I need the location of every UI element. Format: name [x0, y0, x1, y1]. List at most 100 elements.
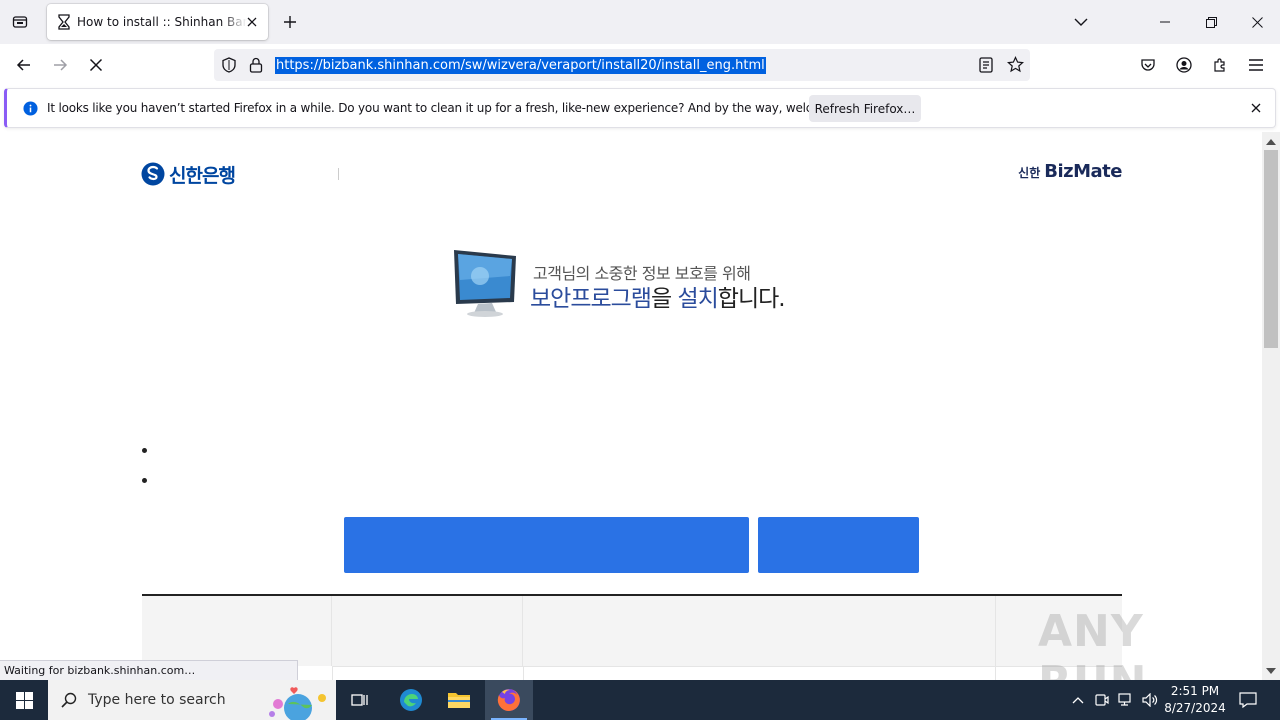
app-menu-button[interactable]: [1242, 51, 1270, 79]
notification-bar: It looks like you haven’t started Firefo…: [4, 88, 1276, 128]
bizmate-logo-text: BizMate: [1044, 161, 1122, 182]
restore-button[interactable]: [1188, 0, 1234, 44]
install-all-button[interactable]: [344, 517, 749, 573]
page-scrollbar[interactable]: [1262, 132, 1280, 680]
shinhan-bank-logo[interactable]: 신한은행: [141, 162, 236, 187]
table-divider: [995, 667, 996, 680]
search-placeholder: Type here to search: [88, 692, 226, 708]
plus-icon: [284, 16, 296, 28]
navigation-toolbar: https://bizbank.shinhan.com/sw/wizvera/v…: [0, 44, 1280, 86]
start-button[interactable]: [0, 680, 48, 720]
hero-title-connector: 을: [650, 286, 678, 312]
arrow-left-icon: [16, 59, 30, 71]
close-icon: [1251, 103, 1261, 113]
table-divider: [332, 667, 333, 680]
file-explorer-taskbar-button[interactable]: [435, 680, 483, 720]
tab-strip: How to install :: Shinhan Bank internet …: [0, 0, 1280, 44]
anyrun-watermark: ANY RUN: [1038, 606, 1146, 680]
bizmate-logo[interactable]: 신한 BizMate: [1018, 161, 1122, 182]
arrow-right-icon: [54, 59, 68, 71]
tab-close-button[interactable]: [244, 14, 260, 30]
search-icon: [61, 692, 77, 708]
refresh-firefox-button[interactable]: Refresh Firefox…: [809, 95, 921, 122]
lock-icon: [249, 57, 263, 73]
hero-title-highlight: 보안프로그램: [530, 286, 652, 312]
chevron-down-icon: [1074, 18, 1088, 26]
firefox-view-button[interactable]: [6, 8, 34, 36]
network-icon: [1118, 693, 1131, 706]
close-icon: [1251, 16, 1263, 28]
volume-tray-icon[interactable]: [1140, 680, 1160, 720]
task-view-button[interactable]: [336, 680, 384, 720]
url-bar[interactable]: https://bizbank.shinhan.com/sw/wizvera/v…: [214, 49, 1030, 81]
hero-title-rest: 합니다.: [717, 286, 786, 312]
scroll-down-button[interactable]: [1265, 665, 1277, 677]
table-header-cell: [523, 596, 996, 666]
notification-close-button[interactable]: [1251, 102, 1261, 116]
firefox-view-icon: [12, 16, 28, 28]
firefox-taskbar-button[interactable]: [485, 680, 533, 720]
restore-icon: [1205, 16, 1217, 28]
extensions-button[interactable]: [1206, 51, 1234, 79]
list-all-tabs-button[interactable]: [1058, 0, 1104, 44]
meet-now-tray-icon[interactable]: [1092, 680, 1112, 720]
clock-time: 2:51 PM: [1170, 684, 1220, 698]
url-text[interactable]: https://bizbank.shinhan.com/sw/wizvera/v…: [275, 57, 766, 74]
network-tray-icon[interactable]: [1116, 680, 1136, 720]
taskbar-search[interactable]: Type here to search: [48, 680, 336, 720]
pocket-button[interactable]: [1134, 51, 1162, 79]
star-icon: [1006, 56, 1025, 73]
table-row: [332, 666, 1122, 680]
monitor-illustration: [454, 250, 516, 317]
site-security-lock[interactable]: [249, 57, 263, 76]
clock-date: 8/27/2024: [1164, 701, 1226, 715]
scroll-up-button[interactable]: [1265, 136, 1277, 148]
scroll-thumb[interactable]: [1264, 150, 1278, 348]
show-hidden-icons-button[interactable]: [1068, 680, 1088, 720]
notification-icon: [1239, 692, 1257, 708]
minimize-icon: [1160, 21, 1170, 23]
meet-now-icon: [1095, 694, 1109, 706]
logo-text: 신한은행: [169, 164, 236, 187]
back-button[interactable]: [10, 51, 38, 79]
reader-view-icon: [979, 57, 993, 73]
edge-icon: [400, 689, 422, 711]
notification-message: It looks like you haven’t started Firefo…: [47, 101, 874, 115]
info-icon: [23, 101, 38, 119]
forward-button[interactable]: [46, 51, 74, 79]
chevron-up-icon: [1072, 697, 1084, 704]
stop-button[interactable]: [82, 51, 110, 79]
hero-title-highlight-install: 설치: [677, 286, 718, 312]
tab-active[interactable]: How to install :: Shinhan Bank internet …: [47, 4, 268, 40]
notification-center-button[interactable]: [1234, 680, 1262, 720]
search-highlight-icon: [269, 687, 326, 720]
table-header-cell: [332, 596, 523, 666]
minimize-button[interactable]: [1142, 0, 1188, 44]
edge-taskbar-button[interactable]: [387, 680, 435, 720]
speaker-icon: [1142, 693, 1158, 707]
secondary-action-button[interactable]: [758, 517, 919, 573]
caret-down-icon: [1266, 668, 1276, 674]
new-tab-button[interactable]: [278, 10, 302, 34]
close-icon: [247, 17, 257, 27]
tracking-protection-shield[interactable]: [221, 57, 237, 76]
hamburger-menu-icon: [1249, 59, 1263, 71]
table-divider: [523, 667, 524, 680]
close-window-button[interactable]: [1234, 0, 1280, 44]
taskbar-clock[interactable]: 2:51 PM 8/27/2024: [1162, 683, 1228, 717]
tab-title: How to install :: Shinhan Bank internet …: [77, 15, 247, 29]
windows-logo-icon: [15, 691, 33, 709]
list-bullet: [142, 448, 147, 453]
hourglass-icon: [58, 14, 70, 30]
folder-icon: [448, 693, 470, 708]
bizmate-logo-prefix: 신한: [1018, 166, 1041, 180]
header-divider: [338, 168, 339, 180]
stop-icon: [89, 58, 103, 72]
bookmark-star-button[interactable]: [1006, 56, 1025, 76]
page-content: 신한은행 신한 BizMate 고객님의 소중한 정보 보호를 위해 보안프로그…: [0, 132, 1262, 680]
shinhan-logo-icon: [141, 162, 165, 186]
account-button[interactable]: [1170, 51, 1198, 79]
shield-icon: [222, 57, 236, 73]
status-panel: Waiting for bizbank.shinhan.com…: [0, 660, 298, 680]
reader-view-button[interactable]: [979, 57, 993, 76]
